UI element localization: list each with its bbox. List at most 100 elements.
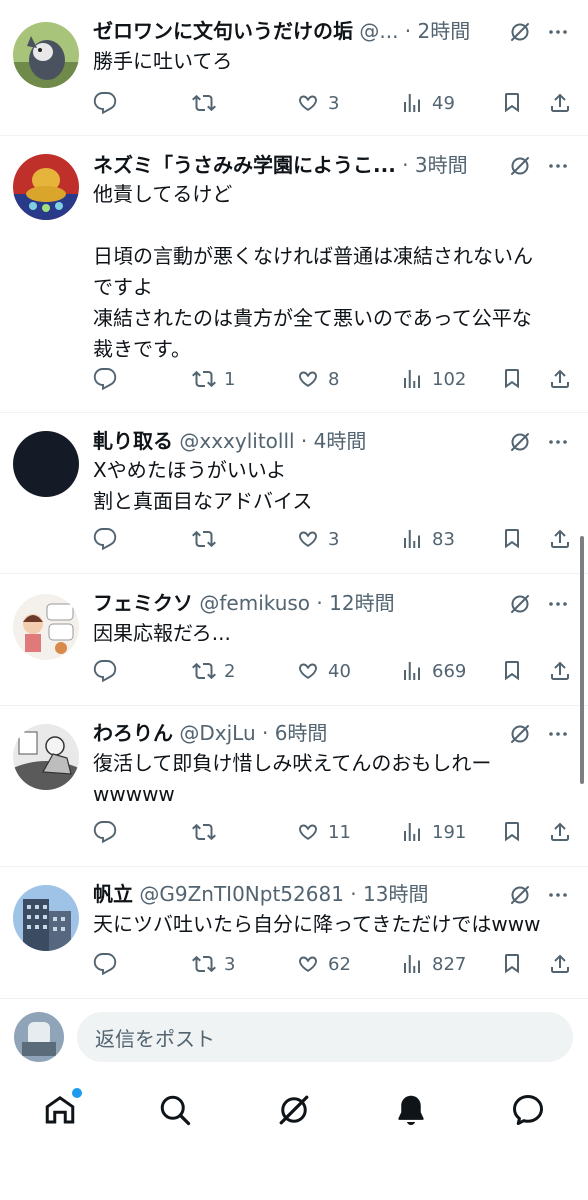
display-name[interactable]: ネズミ「うさみみ学園にようこ... [93, 153, 396, 177]
avatar[interactable] [13, 885, 79, 951]
bookmark-button[interactable] [500, 656, 524, 686]
separator: · [398, 19, 418, 43]
scrollbar[interactable] [580, 536, 584, 784]
post[interactable]: ゼロワンに文句いうだけの垢 @... · 2時間 勝手に吐いてろ 3 49 [0, 0, 588, 136]
display-name[interactable]: 帆立 [93, 882, 133, 906]
repost-button[interactable] [192, 524, 224, 554]
tab-grok[interactable] [276, 1092, 312, 1128]
more-icon[interactable] [546, 430, 570, 454]
reply-button[interactable] [93, 817, 125, 847]
post-text: Xやめたほうがいいよ 割と真面目なアドバイス [93, 458, 313, 513]
grok-icon[interactable] [508, 20, 532, 44]
more-icon[interactable] [546, 722, 570, 746]
tab-search[interactable] [157, 1092, 193, 1128]
reply-button[interactable] [93, 364, 125, 394]
bookmark-button[interactable] [500, 364, 524, 394]
handle[interactable]: @DxjLu [179, 721, 255, 745]
share-button[interactable] [548, 88, 572, 118]
share-button[interactable] [548, 817, 572, 847]
grok-icon[interactable] [508, 722, 532, 746]
timestamp[interactable]: 4時間 [314, 429, 367, 453]
post[interactable]: ネズミ「うさみみ学園にようこ... · 3時間 他責してるけど 日頃の言動が悪く… [0, 136, 588, 413]
post-actions: 11 191 [93, 817, 583, 847]
timestamp[interactable]: 6時間 [275, 721, 328, 745]
bookmark-button[interactable] [500, 817, 524, 847]
views-button[interactable]: 669 [400, 656, 466, 686]
like-button[interactable]: 11 [296, 817, 351, 847]
display-name[interactable]: 軋り取る [93, 429, 173, 453]
like-button[interactable]: 3 [296, 524, 339, 554]
share-button[interactable] [548, 949, 572, 979]
like-button[interactable]: 62 [296, 949, 351, 979]
views-button[interactable]: 191 [400, 817, 466, 847]
reply-input[interactable]: 返信をポスト [77, 1012, 573, 1062]
like-count: 40 [328, 660, 351, 682]
bookmark-button[interactable] [500, 949, 524, 979]
post-text: 勝手に吐いてろ [93, 49, 233, 73]
avatar[interactable] [13, 154, 79, 220]
tab-notifications[interactable] [393, 1092, 429, 1128]
share-button[interactable] [548, 656, 572, 686]
share-icon [548, 659, 572, 683]
more-icon[interactable] [546, 592, 570, 616]
avatar[interactable] [13, 594, 79, 660]
reply-button[interactable] [93, 524, 125, 554]
display-name[interactable]: ゼロワンに文句いうだけの垢 [93, 19, 353, 43]
post[interactable]: 軋り取る @xxxylitolll · 4時間 Xやめたほうがいいよ 割と真面目… [0, 413, 588, 574]
repost-button[interactable]: 1 [192, 364, 235, 394]
reply-button[interactable] [93, 656, 125, 686]
avatar[interactable] [13, 724, 79, 790]
post[interactable]: わろりん @DxjLu · 6時間 復活して即負け惜しみ吠えてんのおもしれー w… [0, 706, 588, 867]
repost-button[interactable] [192, 817, 224, 847]
avatar[interactable] [13, 22, 79, 88]
share-icon [548, 91, 572, 115]
current-user-avatar[interactable] [14, 1012, 64, 1062]
timestamp[interactable]: 13時間 [363, 882, 428, 906]
views-button[interactable]: 83 [400, 524, 455, 554]
like-count: 3 [328, 92, 340, 114]
grok-icon[interactable] [508, 430, 532, 454]
display-name[interactable]: わろりん [93, 721, 173, 745]
share-button[interactable] [548, 364, 572, 394]
repost-button[interactable] [192, 88, 224, 118]
grok-icon[interactable] [508, 883, 532, 907]
views-button[interactable]: 827 [400, 949, 466, 979]
handle[interactable]: @femikuso [199, 591, 310, 615]
more-icon[interactable] [546, 883, 570, 907]
handle[interactable]: @... [359, 19, 398, 43]
like-button[interactable]: 3 [296, 88, 339, 118]
display-name[interactable]: フェミクソ [93, 591, 193, 615]
handle[interactable]: @xxxylitolll [179, 429, 294, 453]
more-icon[interactable] [546, 154, 570, 178]
view-count: 669 [432, 660, 467, 682]
repost-button[interactable]: 2 [192, 656, 235, 686]
like-button[interactable]: 8 [296, 364, 339, 394]
reply-button[interactable] [93, 949, 125, 979]
bar-chart-icon [400, 659, 424, 683]
grok-icon[interactable] [508, 154, 532, 178]
timestamp[interactable]: 12時間 [329, 591, 394, 615]
like-button[interactable]: 40 [296, 656, 351, 686]
bookmark-button[interactable] [500, 88, 524, 118]
tab-home[interactable] [42, 1086, 84, 1128]
views-button[interactable]: 49 [400, 88, 455, 118]
share-icon [548, 820, 572, 844]
post-header: わろりん @DxjLu · 6時間 [93, 718, 492, 748]
repost-button[interactable]: 3 [192, 949, 235, 979]
grok-icon[interactable] [508, 592, 532, 616]
share-button[interactable] [548, 524, 572, 554]
post[interactable]: フェミクソ @femikuso · 12時間 因果応報だろ... 2 40 66… [0, 574, 588, 706]
timestamp[interactable]: 3時間 [415, 153, 468, 177]
reply-button[interactable] [93, 88, 125, 118]
post[interactable]: 帆立 @G9ZnTI0Npt52681 · 13時間 天にツバ吐いたら自分に降っ… [0, 867, 588, 999]
avatar[interactable] [13, 431, 79, 497]
more-icon[interactable] [546, 20, 570, 44]
tab-messages[interactable] [510, 1092, 546, 1128]
post-header: 帆立 @G9ZnTI0Npt52681 · 13時間 [93, 879, 492, 909]
separator: · [343, 882, 363, 906]
handle[interactable]: @G9ZnTI0Npt52681 [139, 882, 344, 906]
bookmark-button[interactable] [500, 524, 524, 554]
bar-chart-icon [400, 367, 424, 391]
views-button[interactable]: 102 [400, 364, 466, 394]
timestamp[interactable]: 2時間 [418, 19, 471, 43]
